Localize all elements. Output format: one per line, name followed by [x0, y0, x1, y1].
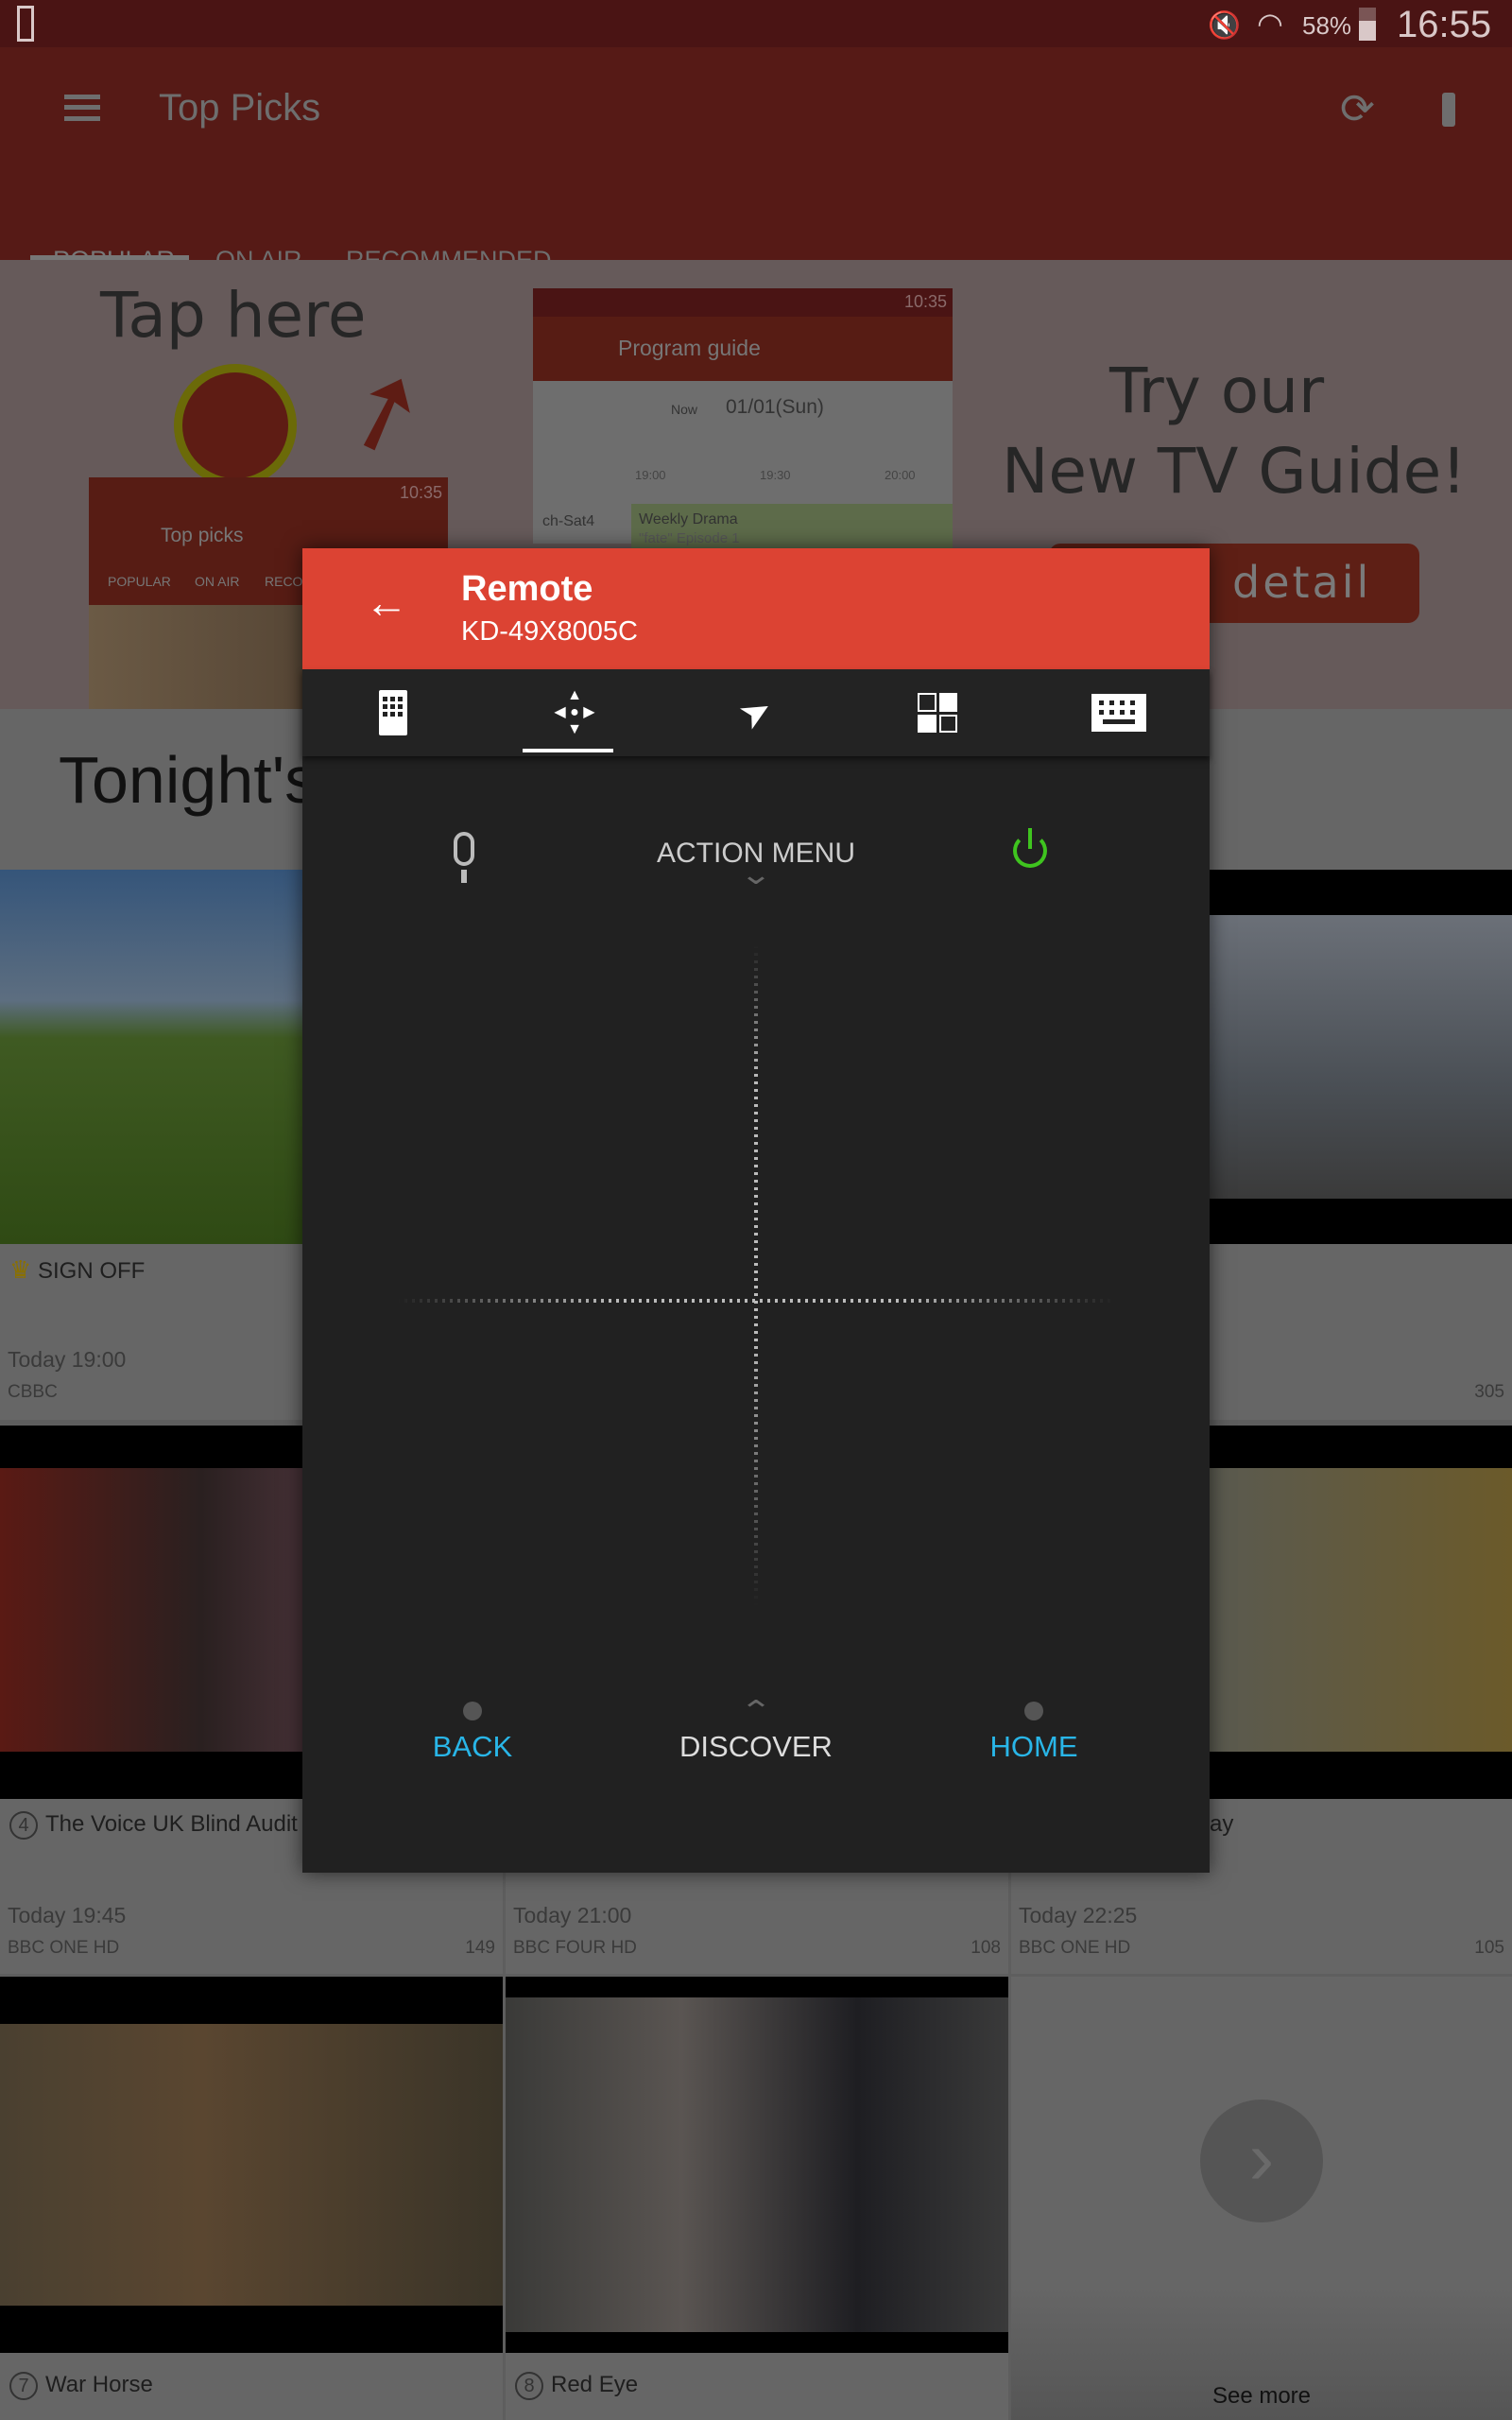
rank-badge: 7 — [9, 2372, 38, 2400]
tap-here-text: Tap here — [100, 279, 367, 352]
home-indicator-dot — [1024, 1702, 1043, 1720]
new-tv-guide-text: New TV Guide! — [1002, 435, 1467, 508]
page-title: Top Picks — [159, 87, 321, 129]
remote-icon[interactable] — [1442, 93, 1455, 127]
home-button[interactable]: HOME — [920, 1730, 1147, 1764]
card-title: ay — [1210, 1811, 1234, 1837]
card-number: 105 — [1474, 1938, 1504, 1958]
try-our-text: Try our — [1109, 354, 1325, 427]
dpad-icon: ▲ ◀ ● ▶ ▼ — [554, 687, 595, 737]
microphone-icon[interactable] — [454, 832, 474, 866]
status-bar: 🔇 ◠ 58% 16:55 — [0, 0, 1512, 47]
touchpad-area[interactable] — [397, 945, 1115, 1607]
mini-program-guide-screenshot: 10:35 Program guide Now 01/01(Sun) 19:00… — [533, 288, 953, 570]
mute-icon: 🔇 — [1208, 10, 1241, 40]
microphone-stand — [461, 870, 467, 883]
gallery-icon — [17, 6, 34, 42]
back-button[interactable]: BACK — [359, 1730, 586, 1764]
back-arrow-icon[interactable]: ← — [365, 577, 408, 628]
section-heading: Tonight's — [59, 743, 318, 817]
menu-icon[interactable] — [64, 95, 100, 121]
pointer-icon: ➤ — [731, 686, 781, 739]
discover-button[interactable]: DISCOVER — [643, 1730, 869, 1764]
see-more-label: See more — [1211, 2383, 1312, 2409]
tab-pointer[interactable]: ➤ — [665, 669, 847, 756]
card-channel: BBC ONE HD — [8, 1938, 120, 1958]
card-time: Today 21:00 — [513, 1903, 632, 1927]
chevron-right-icon[interactable]: › — [1200, 2100, 1323, 2222]
card-title: War Horse — [45, 2372, 153, 2397]
remote-dialog: ← Remote KD-49X8005C ▲ ◀ ● ▶ ▼ ➤ ACTION ME… — [302, 548, 1210, 1873]
refresh-icon[interactable]: ⟳ — [1340, 85, 1375, 133]
remote-mode-tabs: ▲ ◀ ● ▶ ▼ ➤ — [302, 669, 1210, 756]
remote-header: ← Remote KD-49X8005C — [302, 548, 1210, 669]
battery-text: 58% — [1302, 11, 1352, 40]
card-channel: CBBC — [8, 1382, 58, 1402]
numpad-icon — [379, 690, 407, 735]
active-tab-indicator — [523, 749, 613, 752]
card-title: Red Eye — [551, 2372, 639, 2397]
tab-apps[interactable] — [847, 669, 1028, 756]
program-card[interactable]: 8 Red Eye — [506, 1977, 1008, 2420]
card-number: 149 — [465, 1938, 495, 1958]
back-indicator-dot — [463, 1702, 482, 1720]
chevron-down-icon[interactable]: ⌄ — [730, 858, 782, 891]
card-number: 108 — [971, 1938, 1001, 1958]
apps-icon — [918, 693, 957, 733]
device-name: KD-49X8005C — [461, 616, 638, 647]
touchpad-horizontal-guide — [397, 1299, 1115, 1303]
card-number: 305 — [1474, 1382, 1504, 1402]
program-card[interactable]: 7 War Horse — [0, 1977, 503, 2420]
battery-icon — [1359, 8, 1376, 41]
rank-badge: 4 — [9, 1811, 38, 1840]
touchpad-vertical-guide — [754, 945, 758, 1607]
tab-numpad[interactable] — [302, 669, 484, 756]
power-icon-line — [1028, 828, 1032, 849]
chevron-up-icon: ⌄ — [739, 1693, 773, 1724]
arrow-icon: ➚ — [322, 340, 445, 481]
app-bar: Top Picks ⟳ POPULAR ON AIR RECOMMENDED — [0, 47, 1512, 274]
card-time: Today 19:00 — [8, 1347, 127, 1372]
remote-title: Remote — [461, 569, 593, 609]
crown-icon: ♛ — [9, 1255, 32, 1284]
card-channel: BBC FOUR HD — [513, 1938, 637, 1958]
wifi-icon: ◠ — [1257, 7, 1283, 41]
rank-badge: 8 — [515, 2372, 543, 2400]
see-more-card[interactable]: › See more — [1011, 1977, 1512, 2420]
card-time: Today 22:25 — [1019, 1903, 1138, 1927]
clock: 16:55 — [1397, 4, 1492, 45]
guide-bubble-icon — [174, 364, 297, 487]
keyboard-icon — [1091, 694, 1146, 732]
tab-dpad[interactable]: ▲ ◀ ● ▶ ▼ — [484, 669, 665, 756]
card-title: The Voice UK Blind Audit — [45, 1811, 298, 1837]
tab-keyboard[interactable] — [1028, 669, 1210, 756]
card-time: Today 19:45 — [8, 1903, 127, 1927]
card-title: SIGN OFF — [37, 1258, 146, 1284]
card-channel: BBC ONE HD — [1019, 1938, 1131, 1958]
